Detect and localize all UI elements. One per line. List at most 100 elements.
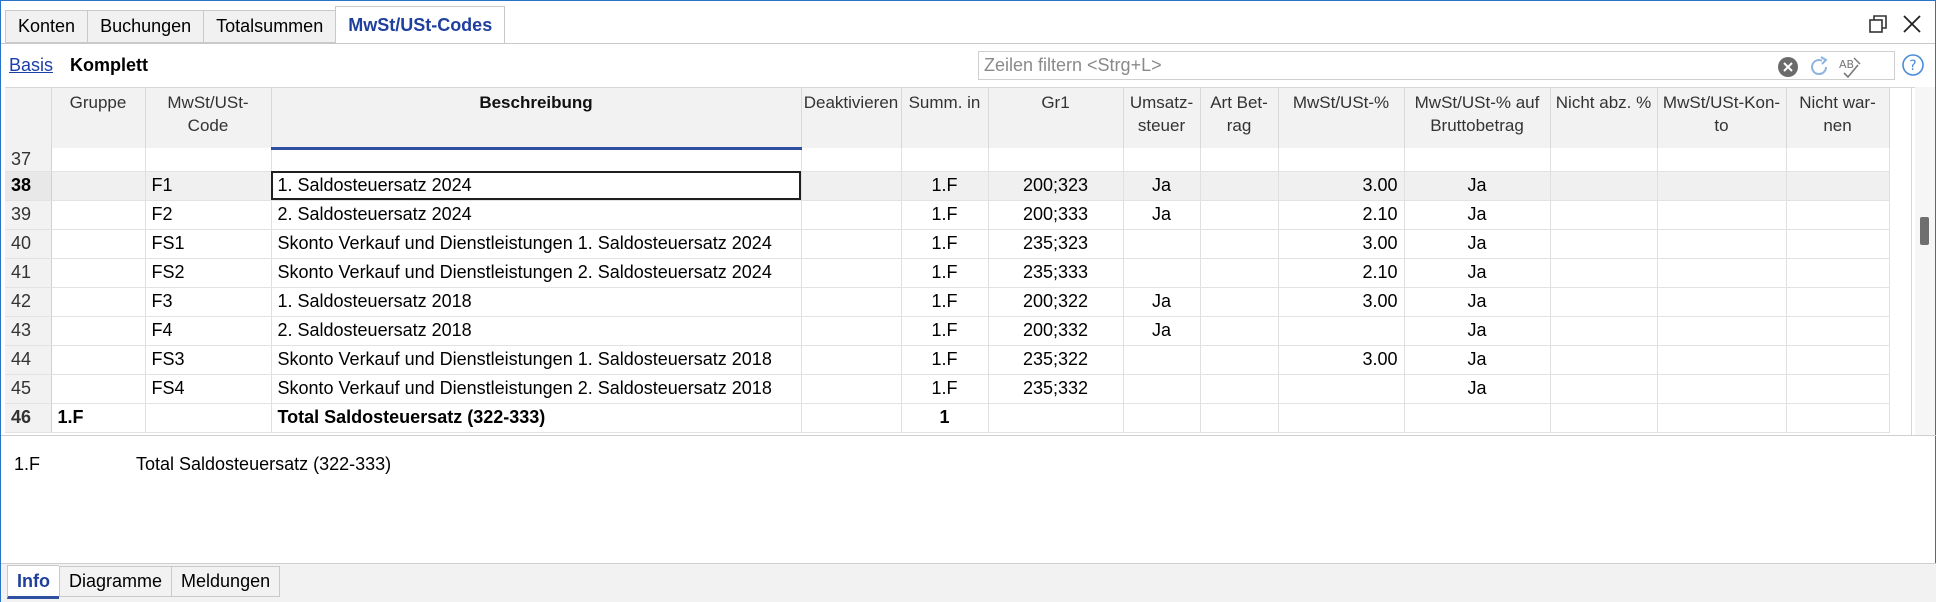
cell-brutto[interactable]: Ja: [1404, 258, 1551, 288]
cell-gruppe[interactable]: [51, 171, 146, 201]
cell-umsatzsteuer[interactable]: [1123, 148, 1201, 172]
cell-umsatzsteuer[interactable]: Ja: [1123, 287, 1201, 317]
cell-mwst-pct[interactable]: [1278, 374, 1405, 404]
cell-summ-in[interactable]: 1.F: [901, 287, 989, 317]
cell-deaktivieren[interactable]: [801, 345, 902, 375]
cell-nicht-abz[interactable]: [1550, 316, 1658, 346]
cell-deaktivieren[interactable]: [801, 374, 902, 404]
tab-totalsummen[interactable]: Totalsummen: [203, 10, 336, 43]
cell-nicht-warnen[interactable]: [1786, 316, 1890, 346]
cell-mwst-pct[interactable]: 2.10: [1278, 200, 1405, 230]
cell-deaktivieren[interactable]: [801, 229, 902, 259]
cell-art-betrag[interactable]: [1200, 316, 1279, 346]
cell-umsatzsteuer[interactable]: Ja: [1123, 200, 1201, 230]
window-restore-icon[interactable]: [1867, 13, 1889, 35]
cell-konto[interactable]: [1657, 148, 1787, 172]
table-row[interactable]: 43 F4 2. Saldosteuersatz 2018 1.F 200;332 Ja J…: [5, 316, 1890, 346]
cell-summ-in[interactable]: 1: [901, 403, 989, 433]
cell-nicht-abz[interactable]: [1550, 403, 1658, 433]
cell-beschreibung[interactable]: [271, 148, 802, 172]
cell-konto[interactable]: [1657, 229, 1787, 259]
tab-diagramme[interactable]: Diagramme: [59, 566, 172, 597]
cell-nicht-abz[interactable]: [1550, 287, 1658, 317]
cell-summ-in[interactable]: 1.F: [901, 345, 989, 375]
cell-gr1[interactable]: [988, 403, 1124, 433]
cell-umsatzsteuer[interactable]: Ja: [1123, 171, 1201, 201]
cell-gr1[interactable]: 200;323: [988, 171, 1124, 201]
cell-nicht-abz[interactable]: [1550, 171, 1658, 201]
cell-konto[interactable]: [1657, 316, 1787, 346]
cell-deaktivieren[interactable]: [801, 316, 902, 346]
cell-summ-in[interactable]: 1.F: [901, 171, 989, 201]
cell-brutto[interactable]: Ja: [1404, 287, 1551, 317]
table-row[interactable]: 39 F2 2. Saldosteuersatz 2024 1.F 200;333 Ja 2…: [5, 200, 1890, 230]
cell-code[interactable]: F2: [145, 200, 272, 230]
tab-buchungen[interactable]: Buchungen: [87, 10, 204, 43]
cell-konto[interactable]: [1657, 374, 1787, 404]
col-header-deaktivieren[interactable]: Deaktivieren: [801, 88, 902, 148]
cell-deaktivieren[interactable]: [801, 287, 902, 317]
spellcheck-icon[interactable]: AB: [1838, 55, 1862, 79]
cell-art-betrag[interactable]: [1200, 258, 1279, 288]
cell-nicht-warnen[interactable]: [1786, 287, 1890, 317]
cell-mwst-pct[interactable]: 3.00: [1278, 345, 1405, 375]
cell-gruppe[interactable]: [51, 200, 146, 230]
cell-code[interactable]: [145, 148, 272, 172]
vertical-scrollbar[interactable]: [1915, 87, 1935, 435]
cell-code[interactable]: F3: [145, 287, 272, 317]
cell-nicht-warnen[interactable]: [1786, 403, 1890, 433]
cell-mwst-pct[interactable]: [1278, 148, 1405, 172]
cell-gruppe[interactable]: [51, 316, 146, 346]
cell-gr1[interactable]: 235;332: [988, 374, 1124, 404]
cell-beschreibung[interactable]: Skonto Verkauf und Dienstleistungen 2. S…: [271, 374, 802, 404]
close-window-icon[interactable]: [1901, 13, 1923, 35]
cell-gr1[interactable]: 200;333: [988, 200, 1124, 230]
cell-beschreibung[interactable]: Total Saldosteuersatz (322-333): [271, 403, 802, 433]
cell-konto[interactable]: [1657, 258, 1787, 288]
col-header-nicht-abz[interactable]: Nicht abz. %: [1550, 88, 1658, 148]
cell-umsatzsteuer[interactable]: [1123, 345, 1201, 375]
col-header-summ-in[interactable]: Summ. in: [901, 88, 989, 148]
cell-code[interactable]: [145, 403, 272, 433]
cell-gruppe[interactable]: [51, 229, 146, 259]
cell-nicht-abz[interactable]: [1550, 200, 1658, 230]
cell-summ-in[interactable]: 1.F: [901, 258, 989, 288]
cell-beschreibung[interactable]: 1. Saldosteuersatz 2024: [271, 171, 802, 201]
cell-summ-in[interactable]: 1.F: [901, 229, 989, 259]
cell-brutto[interactable]: Ja: [1404, 200, 1551, 230]
cell-nicht-warnen[interactable]: [1786, 374, 1890, 404]
cell-konto[interactable]: [1657, 345, 1787, 375]
cell-gr1[interactable]: 235;323: [988, 229, 1124, 259]
cell-art-betrag[interactable]: [1200, 171, 1279, 201]
table-row[interactable]: 45 FS4 Skonto Verkauf und Dienstleistungen…: [5, 374, 1890, 404]
col-header-gruppe[interactable]: Gruppe: [51, 88, 146, 148]
cell-umsatzsteuer[interactable]: [1123, 403, 1201, 433]
cell-brutto[interactable]: Ja: [1404, 345, 1551, 375]
cell-nicht-warnen[interactable]: [1786, 171, 1890, 201]
cell-gruppe[interactable]: [51, 345, 146, 375]
tab-mwst-ust-codes[interactable]: MwSt/USt-Codes: [335, 6, 506, 44]
cell-art-betrag[interactable]: [1200, 148, 1279, 172]
cell-gruppe[interactable]: [51, 148, 146, 172]
cell-deaktivieren[interactable]: [801, 403, 902, 433]
cell-deaktivieren[interactable]: [801, 200, 902, 230]
col-header-konto[interactable]: MwSt/USt-Kon- to: [1657, 88, 1787, 148]
cell-code[interactable]: FS2: [145, 258, 272, 288]
col-header-gr1[interactable]: Gr1: [988, 88, 1124, 148]
cell-gr1[interactable]: 235;322: [988, 345, 1124, 375]
cell-mwst-pct[interactable]: 3.00: [1278, 229, 1405, 259]
cell-konto[interactable]: [1657, 287, 1787, 317]
col-header-code[interactable]: MwSt/USt- Code: [145, 88, 272, 148]
cell-gr1[interactable]: 200;332: [988, 316, 1124, 346]
cell-gruppe[interactable]: 1.F: [51, 403, 146, 433]
cell-summ-in[interactable]: 1.F: [901, 200, 989, 230]
cell-beschreibung[interactable]: 2. Saldosteuersatz 2018: [271, 316, 802, 346]
cell-code[interactable]: F4: [145, 316, 272, 346]
row-filter-input[interactable]: [979, 52, 1779, 79]
cell-nicht-abz[interactable]: [1550, 229, 1658, 259]
cell-code[interactable]: FS4: [145, 374, 272, 404]
tab-konten[interactable]: Konten: [5, 10, 88, 43]
cell-beschreibung[interactable]: Skonto Verkauf und Dienstleistungen 1. S…: [271, 345, 802, 375]
cell-art-betrag[interactable]: [1200, 229, 1279, 259]
col-header-rownum[interactable]: [5, 88, 52, 148]
